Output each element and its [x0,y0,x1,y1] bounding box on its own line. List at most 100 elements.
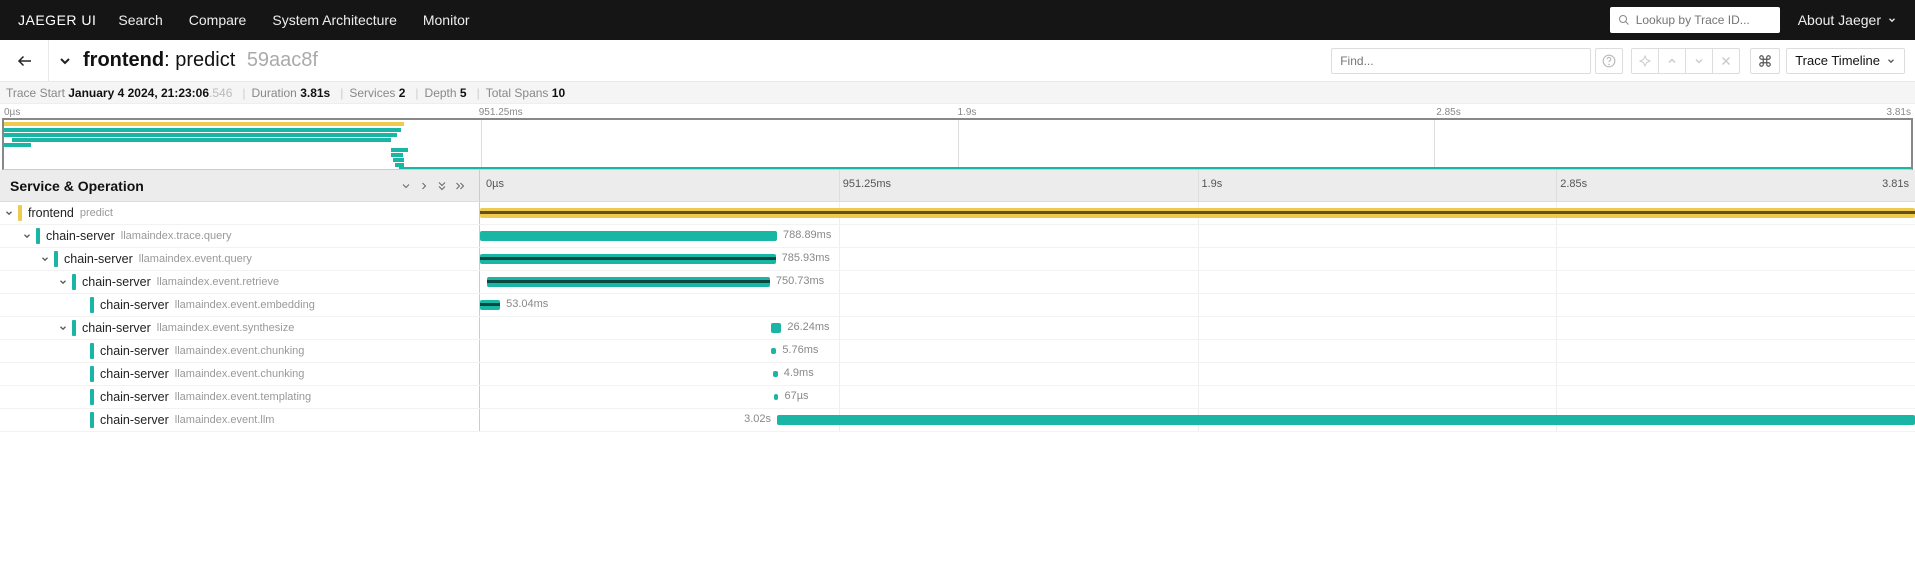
span-row[interactable]: chain-serverllamaindex.event.llm3.02s [0,409,1915,432]
span-timeline[interactable]: 785.93ms [480,248,1915,270]
span-row[interactable]: chain-serverllamaindex.event.embedding53… [0,294,1915,317]
chevron-down-icon [1886,56,1896,66]
span-operation-name: llamaindex.trace.query [121,230,232,242]
double-chevron-down-icon [436,180,448,192]
span-bar[interactable] [777,415,1915,425]
span-service-name: chain-server [100,298,169,312]
span-row[interactable]: chain-serverllamaindex.event.chunking5.7… [0,340,1915,363]
span-timeline[interactable]: 788.89ms [480,225,1915,247]
span-bar[interactable] [771,348,776,354]
span-bar[interactable] [773,371,778,377]
column-title: Service & Operation [10,178,397,194]
span-operation-name: predict [80,207,113,219]
minimap-span [391,148,408,152]
span-timeline[interactable]: 750.73ms [480,271,1915,293]
span-bar[interactable] [774,394,778,400]
nav-link-architecture[interactable]: System Architecture [272,12,397,28]
span-duration: 67µs [784,390,808,402]
span-duration: 5.76ms [782,344,818,356]
collapse-one-button[interactable] [397,177,415,195]
span-bar[interactable] [480,208,1915,218]
nav-link-search[interactable]: Search [118,12,162,28]
expand-caret[interactable] [58,323,72,333]
view-mode-select[interactable]: Trace Timeline [1786,48,1905,74]
shortcuts-button[interactable] [1750,48,1780,74]
span-service-name: chain-server [100,413,169,427]
timeline-header: 0µs 951.25ms 1.9s 2.85s 3.81s [480,170,1915,201]
span-service-name: chain-server [100,367,169,381]
span-row[interactable]: chain-serverllamaindex.event.retrieve750… [0,271,1915,294]
chevron-down-icon [57,53,73,69]
nav-links: Search Compare System Architecture Monit… [118,12,469,28]
span-duration: 4.9ms [784,367,814,379]
span-row[interactable]: chain-server llamaindex.event.templating 6… [0,386,1915,409]
span-timeline[interactable] [480,202,1915,224]
minimap-span [391,153,402,157]
collapse-all-button[interactable] [433,177,451,195]
span-row[interactable]: chain-serverllamaindex.event.query785.93… [0,248,1915,271]
minimap-span [393,158,404,162]
expand-caret[interactable] [4,208,18,218]
close-icon [1720,55,1732,67]
question-icon [1602,54,1616,68]
span-timeline[interactable]: 53.04ms [480,294,1915,316]
top-nav: JAEGER UI Search Compare System Architec… [0,0,1915,40]
service-color-bar [36,228,40,244]
span-duration: 785.93ms [782,252,830,264]
service-color-bar [90,389,94,405]
service-color-bar [90,297,94,313]
expand-one-button[interactable] [415,177,433,195]
service-color-bar [90,343,94,359]
span-service-name: chain-server [82,275,151,289]
expand-caret[interactable] [58,277,72,287]
span-service-name: chain-server [82,321,151,335]
span-bar[interactable] [480,300,500,310]
span-timeline[interactable]: 67µs [480,386,1915,408]
nav-link-compare[interactable]: Compare [189,12,247,28]
reset-button[interactable] [1631,48,1659,74]
lookup-search[interactable] [1610,7,1780,33]
chevron-right-icon [418,180,430,192]
span-bar[interactable] [487,277,770,287]
span-service-name: chain-server [64,252,133,266]
expand-all-button[interactable] [451,177,469,195]
about-menu[interactable]: About Jaeger [1798,12,1897,28]
span-operation-name: llamaindex.event.templating [175,391,311,403]
span-timeline[interactable]: 4.9ms [480,363,1915,385]
span-row[interactable]: chain-serverllamaindex.event.synthesize2… [0,317,1915,340]
prev-result-button[interactable] [1658,48,1686,74]
lookup-input[interactable] [1636,13,1766,27]
span-duration: 26.24ms [787,321,829,333]
help-button[interactable] [1595,48,1623,74]
span-timeline[interactable]: 26.24ms [480,317,1915,339]
span-duration: 53.04ms [506,298,548,310]
nav-link-monitor[interactable]: Monitor [423,12,470,28]
span-row[interactable]: chain-serverllamaindex.event.chunking4.9… [0,363,1915,386]
trace-title: frontend: predict 59aac8f [83,49,318,72]
span-bar[interactable] [771,323,781,333]
back-button[interactable] [10,46,40,76]
stats-bar: Trace Start January 4 2024, 21:23:06.546… [0,82,1915,104]
span-bar[interactable] [480,254,776,264]
span-service-name: chain-server [100,344,169,358]
chevron-down-icon [1887,15,1897,25]
next-result-button[interactable] [1685,48,1713,74]
expand-caret[interactable] [22,231,36,241]
collapse-toggle[interactable] [57,53,73,69]
find-input[interactable] [1331,48,1591,74]
span-bar[interactable] [480,231,777,241]
expand-caret[interactable] [40,254,54,264]
span-row[interactable]: frontendpredict [0,202,1915,225]
clear-button[interactable] [1712,48,1740,74]
span-row[interactable]: chain-serverllamaindex.trace.query788.89… [0,225,1915,248]
span-timeline[interactable]: 3.02s [480,409,1915,431]
chevron-down-icon [1693,55,1705,67]
span-service-name: chain-server [100,390,169,404]
minimap-span [4,133,397,137]
chevron-down-icon [400,180,412,192]
span-duration: 788.89ms [783,229,831,241]
target-icon [1639,55,1651,67]
span-timeline[interactable]: 5.76ms [480,340,1915,362]
chevron-up-icon [1666,55,1678,67]
minimap[interactable] [2,118,1913,170]
